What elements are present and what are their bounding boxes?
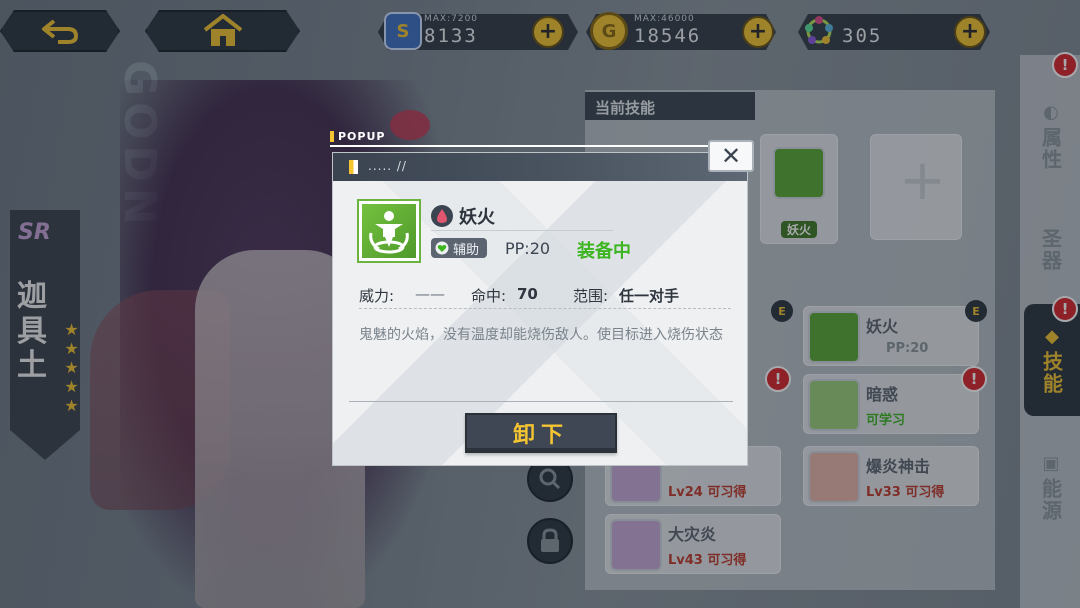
power-label: 威力: — [359, 287, 395, 305]
popup-label: POPUP — [330, 130, 385, 143]
header-mark-icon — [349, 160, 358, 174]
range-value: 任一对手 — [619, 287, 680, 305]
support-skill-icon — [369, 211, 409, 254]
heart-icon — [435, 241, 449, 255]
range-label: 范围: — [573, 287, 609, 305]
equipped-status: 装备中 — [577, 241, 631, 262]
popup-label-text: POPUP — [338, 130, 386, 143]
close-icon: ✕ — [720, 142, 742, 170]
accuracy-label: 命中: — [471, 287, 507, 305]
close-popup-button[interactable]: ✕ — [708, 140, 754, 172]
power-value: —— — [415, 285, 445, 303]
skill-stats-row: 威力: —— 命中: 70 范围: 任一对手 — [359, 283, 731, 309]
skill-category-chip: 辅助 — [431, 238, 488, 258]
accuracy-value: 70 — [517, 285, 538, 303]
skill-detail-popup: ..... // 妖火 辅助 PP:20 装备中 威力: —— 命中: 70 范… — [332, 152, 748, 466]
fire-drop-icon — [431, 204, 453, 227]
popup-top-rule — [330, 145, 750, 147]
unequip-button[interactable]: 卸下 — [465, 413, 617, 453]
skill-icon — [357, 199, 421, 263]
skill-pp: PP:20 — [505, 239, 551, 258]
popup-header-text: ..... // — [368, 159, 407, 173]
popup-header: ..... // — [333, 153, 747, 181]
skill-name-row: 妖火 — [431, 201, 613, 231]
skill-name: 妖火 — [459, 206, 495, 228]
popup-divider — [349, 401, 733, 402]
skill-category-label: 辅助 — [453, 242, 480, 258]
skill-description: 鬼魅的火焰，没有温度却能烧伤敌人。使目标进入烧伤状态 — [359, 327, 723, 343]
